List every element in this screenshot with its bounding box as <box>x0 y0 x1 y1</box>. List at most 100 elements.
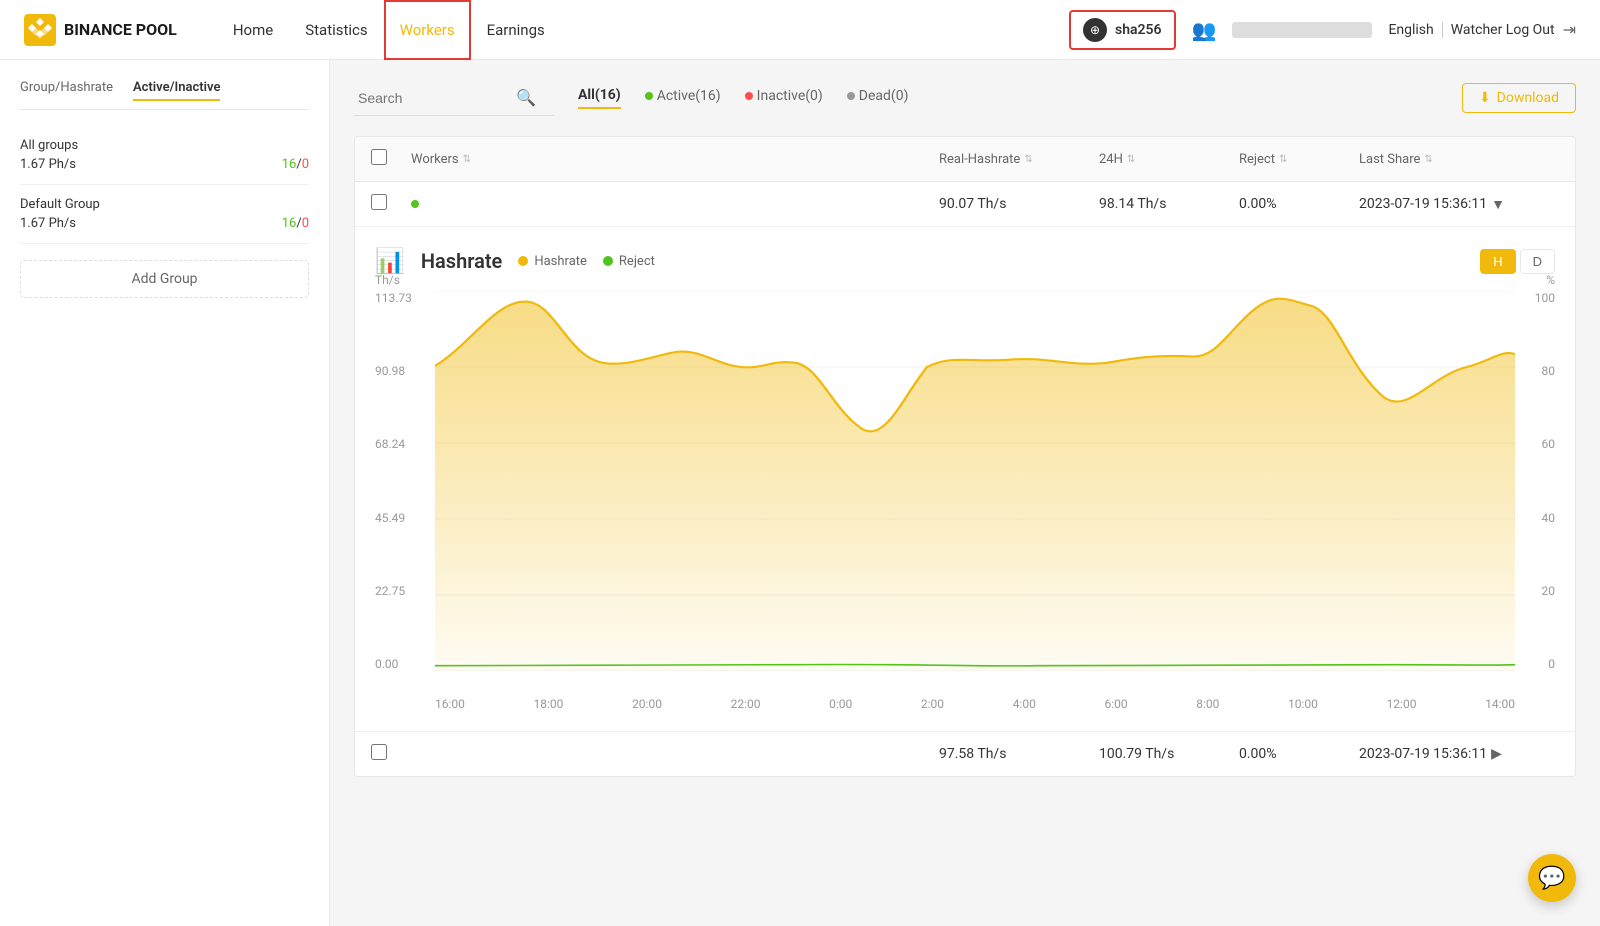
y-label-5: 0.00 <box>375 657 435 671</box>
expand-icon[interactable]: ▼ <box>1491 196 1505 213</box>
y-right-3: 40 <box>1515 511 1555 525</box>
chart-area: Th/s 113.73 90.98 68.24 45.49 22.75 0.00 <box>375 291 1555 711</box>
group-default-name: Default Group <box>20 197 309 212</box>
account-name: sha256 <box>1115 22 1162 38</box>
search-input[interactable] <box>358 90 508 106</box>
period-d-button[interactable]: D <box>1520 249 1555 274</box>
users-icon[interactable]: 👥 <box>1192 18 1217 42</box>
header: BINANCE POOL Home Statistics Workers Ear… <box>0 0 1600 60</box>
y-right-1: 80 <box>1515 364 1555 378</box>
online-indicator <box>411 200 419 208</box>
sidebar-tab-group[interactable]: Group/Hashrate <box>20 80 113 101</box>
filter-tab-dead[interactable]: Dead(0) <box>847 87 909 109</box>
group-default-stats: 1.67 Ph/s 16/0 <box>20 216 309 231</box>
divider <box>1442 22 1443 38</box>
filter-tab-all[interactable]: All(16) <box>578 87 621 109</box>
row2-24h: 100.79 Th/s <box>1099 746 1239 762</box>
legend-hashrate-dot <box>518 256 528 266</box>
col-real-hashrate[interactable]: Real-Hashrate ⇅ <box>939 152 1099 167</box>
download-button[interactable]: ⬇ Download <box>1462 83 1576 113</box>
language-label[interactable]: English <box>1388 22 1433 38</box>
add-group-button[interactable]: Add Group <box>20 260 309 298</box>
x-label-2: 20:00 <box>632 697 662 711</box>
nav-home[interactable]: Home <box>217 0 289 60</box>
col-workers[interactable]: Workers ⇅ <box>411 152 939 167</box>
row2-lastshare: 2023-07-19 15:36:11 ▶ <box>1359 746 1559 762</box>
chart-container: 📊 Hashrate Hashrate Reject H <box>355 227 1575 732</box>
filter-tabs: All(16) Active(16) Inactive(0) Dead(0) <box>578 87 908 109</box>
page-body: Group/Hashrate Active/Inactive All group… <box>0 60 1600 926</box>
sort-reject-icon: ⇅ <box>1279 154 1287 165</box>
main-content: 🔍 All(16) Active(16) Inactive(0) Dead(0) <box>330 60 1600 926</box>
y-label-1: 90.98 <box>375 364 435 378</box>
lang-logout: English Watcher Log Out ⇥ <box>1388 20 1576 39</box>
group-default-hashrate: 1.67 Ph/s <box>20 216 76 231</box>
col-reject[interactable]: Reject ⇅ <box>1239 152 1359 167</box>
main-nav: Home Statistics Workers Earnings <box>217 0 561 60</box>
account-icon: ⊕ <box>1083 18 1107 42</box>
row1-checkbox[interactable] <box>371 194 411 214</box>
col-last-share[interactable]: Last Share ⇅ <box>1359 152 1559 167</box>
nav-statistics[interactable]: Statistics <box>289 0 383 60</box>
logo-text: BINANCE POOL <box>64 21 177 39</box>
chart-period: H D <box>1480 249 1555 274</box>
group-all-hashrate: 1.67 Ph/s <box>20 157 76 172</box>
nav-earnings[interactable]: Earnings <box>471 0 561 60</box>
table-row-2: 97.58 Th/s 100.79 Th/s 0.00% 2023-07-19 … <box>355 732 1575 776</box>
chat-icon: 💬 <box>1538 866 1565 891</box>
y-right-5: 0 <box>1515 657 1555 671</box>
row1-worker <box>411 196 939 212</box>
group-default-workers: 16/0 <box>282 216 309 231</box>
x-label-6: 4:00 <box>1013 697 1036 711</box>
logout-icon: ⇥ <box>1563 20 1576 39</box>
workers-table: Workers ⇅ Real-Hashrate ⇅ 24H ⇅ Reject ⇅… <box>354 136 1576 777</box>
header-checkbox[interactable] <box>371 149 411 169</box>
y-label-4: 22.75 <box>375 584 435 598</box>
y-right-2: 60 <box>1515 437 1555 451</box>
download-icon: ⬇ <box>1479 90 1491 106</box>
expand-icon-2[interactable]: ▶ <box>1491 746 1502 762</box>
inactive-dot <box>745 92 753 100</box>
row2-checkbox[interactable] <box>371 744 411 764</box>
row1-reject: 0.00% <box>1239 196 1359 212</box>
download-label: Download <box>1497 90 1559 106</box>
group-all-name: All groups <box>20 138 309 153</box>
x-label-11: 14:00 <box>1485 697 1515 711</box>
legend-reject-dot <box>603 256 613 266</box>
logo-icon <box>24 14 56 46</box>
filter-tab-inactive[interactable]: Inactive(0) <box>745 87 823 109</box>
legend-reject: Reject <box>603 254 655 269</box>
chart-title: Hashrate <box>421 249 502 273</box>
group-default: Default Group 1.67 Ph/s 16/0 <box>20 185 309 244</box>
account-badge[interactable]: ⊕ sha256 <box>1069 10 1176 50</box>
filter-tab-active[interactable]: Active(16) <box>645 87 721 109</box>
x-axis: 16:00 18:00 20:00 22:00 0:00 2:00 4:00 6… <box>435 697 1515 711</box>
period-h-button[interactable]: H <box>1480 249 1515 274</box>
group-all-workers: 16/0 <box>282 157 309 172</box>
sort-workers-icon: ⇅ <box>463 154 471 165</box>
row1-24h: 98.14 Th/s <box>1099 196 1239 212</box>
y-label-3: 45.49 <box>375 511 435 525</box>
x-label-10: 12:00 <box>1387 697 1417 711</box>
nav-workers[interactable]: Workers <box>384 0 471 60</box>
sidebar: Group/Hashrate Active/Inactive All group… <box>0 60 330 926</box>
group-all-stats: 1.67 Ph/s 16/0 <box>20 157 309 172</box>
table-row: 90.07 Th/s 98.14 Th/s 0.00% 2023-07-19 1… <box>355 182 1575 227</box>
row2-reject: 0.00% <box>1239 746 1359 762</box>
y-axis-right: % 100 80 60 40 20 0 <box>1515 291 1555 671</box>
x-label-9: 10:00 <box>1288 697 1318 711</box>
x-label-7: 6:00 <box>1104 697 1127 711</box>
x-label-3: 22:00 <box>731 697 761 711</box>
x-label-8: 8:00 <box>1196 697 1219 711</box>
y-axis-left: Th/s 113.73 90.98 68.24 45.49 22.75 0.00 <box>375 291 435 671</box>
logo[interactable]: BINANCE POOL <box>24 14 177 46</box>
sidebar-tab-active[interactable]: Active/Inactive <box>133 80 221 101</box>
col-24h[interactable]: 24H ⇅ <box>1099 152 1239 167</box>
chart-header: 📊 Hashrate Hashrate Reject H <box>375 247 1555 275</box>
sidebar-tabs: Group/Hashrate Active/Inactive <box>20 80 309 110</box>
y-right-0: 100 <box>1515 291 1555 305</box>
legend-hashrate: Hashrate <box>518 254 587 269</box>
chat-fab-button[interactable]: 💬 <box>1528 854 1576 902</box>
logout-button[interactable]: Watcher Log Out <box>1451 22 1555 38</box>
x-label-4: 0:00 <box>829 697 852 711</box>
